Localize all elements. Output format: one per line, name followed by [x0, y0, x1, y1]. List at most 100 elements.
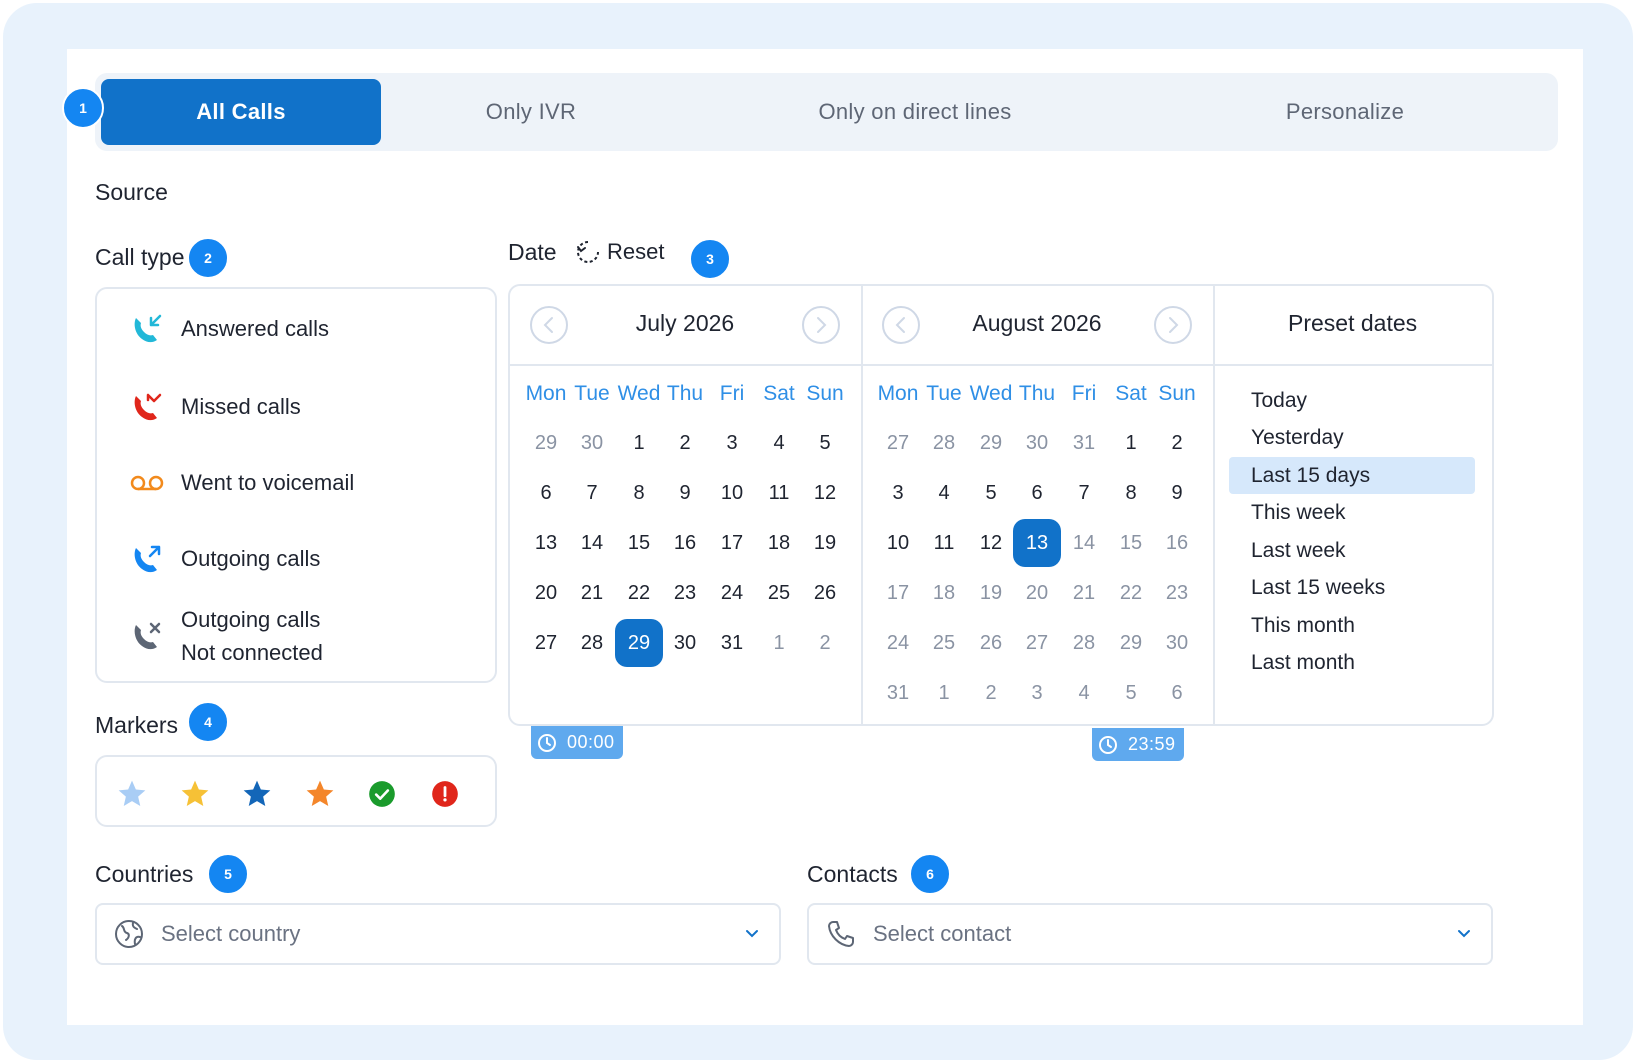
calendar-day[interactable]: 17 — [874, 569, 922, 617]
calendar-day[interactable]: 30 — [568, 419, 616, 467]
calendar-day[interactable]: 16 — [1153, 519, 1201, 567]
calendar-day[interactable]: 3 — [708, 419, 756, 467]
calendar-day[interactable]: 19 — [801, 519, 849, 567]
calendar-day[interactable]: 10 — [874, 519, 922, 567]
preset-item[interactable]: Last week — [1229, 532, 1475, 569]
calendar-day[interactable]: 9 — [661, 469, 709, 517]
calendar-day[interactable]: 5 — [801, 419, 849, 467]
reset-button[interactable]: Reset — [575, 239, 664, 265]
calendar-day[interactable]: 25 — [755, 569, 803, 617]
call-type-answered[interactable]: Answered calls — [127, 309, 329, 349]
star-orange-icon[interactable] — [303, 777, 337, 811]
calendar-day[interactable]: 6 — [1153, 669, 1201, 717]
calendar-day[interactable]: 18 — [920, 569, 968, 617]
calendar-day[interactable]: 19 — [967, 569, 1015, 617]
calendar-day[interactable]: 24 — [874, 619, 922, 667]
calendar-day[interactable]: 29 — [1107, 619, 1155, 667]
calendar-day[interactable]: 12 — [967, 519, 1015, 567]
tab-personalize[interactable]: Personalize — [1175, 73, 1515, 151]
calendar-day[interactable]: 5 — [967, 469, 1015, 517]
calendar-day[interactable]: 28 — [1060, 619, 1108, 667]
preset-item[interactable]: Yesterday — [1229, 420, 1475, 457]
calendar-day[interactable]: 8 — [615, 469, 663, 517]
calendar-day[interactable]: 22 — [615, 569, 663, 617]
calendar-day[interactable]: 15 — [615, 519, 663, 567]
calendar-day[interactable]: 17 — [708, 519, 756, 567]
calendar-day[interactable]: 20 — [1013, 569, 1061, 617]
calendar-day[interactable]: 28 — [920, 419, 968, 467]
star-dark-blue-icon[interactable] — [240, 777, 274, 811]
calendar-day[interactable]: 27 — [1013, 619, 1061, 667]
calendar-day[interactable]: 8 — [1107, 469, 1155, 517]
calendar-day[interactable]: 31 — [708, 619, 756, 667]
end-time-badge[interactable]: 23:59 — [1092, 728, 1184, 761]
calendar-day[interactable]: 10 — [708, 469, 756, 517]
check-circle-icon[interactable] — [365, 777, 399, 811]
calendar-day[interactable]: 31 — [874, 669, 922, 717]
calendar-day[interactable]: 23 — [1153, 569, 1201, 617]
calendar-day[interactable]: 2 — [661, 419, 709, 467]
calendar-day[interactable]: 6 — [1013, 469, 1061, 517]
calendar-day[interactable]: 21 — [568, 569, 616, 617]
tab-all-calls[interactable]: All Calls — [101, 79, 381, 145]
calendar-day[interactable]: 18 — [755, 519, 803, 567]
contact-select[interactable]: Select contact — [807, 903, 1493, 965]
tab-only-direct-lines[interactable]: Only on direct lines — [735, 73, 1095, 151]
next-month-button[interactable] — [802, 306, 840, 344]
calendar-day[interactable]: 9 — [1153, 469, 1201, 517]
star-yellow-icon[interactable] — [178, 777, 212, 811]
calendar-day[interactable]: 26 — [801, 569, 849, 617]
calendar-day[interactable]: 2 — [801, 619, 849, 667]
calendar-day[interactable]: 28 — [568, 619, 616, 667]
calendar-day[interactable]: 3 — [874, 469, 922, 517]
calendar-day[interactable]: 13 — [522, 519, 570, 567]
star-light-blue-icon[interactable] — [115, 777, 149, 811]
prev-month-button[interactable] — [530, 306, 568, 344]
calendar-day[interactable]: 11 — [755, 469, 803, 517]
preset-item[interactable]: This week — [1229, 495, 1475, 532]
call-type-voicemail[interactable]: Went to voicemail — [127, 463, 354, 503]
preset-item[interactable]: Last month — [1229, 645, 1475, 682]
preset-item[interactable]: Today — [1229, 382, 1475, 419]
call-type-outgoing[interactable]: Outgoing calls — [127, 539, 320, 579]
calendar-day[interactable]: 3 — [1013, 669, 1061, 717]
calendar-day[interactable]: 1 — [615, 419, 663, 467]
calendar-day[interactable]: 22 — [1107, 569, 1155, 617]
calendar-day[interactable]: 23 — [661, 569, 709, 617]
calendar-day[interactable]: 29 — [522, 419, 570, 467]
calendar-day[interactable]: 7 — [1060, 469, 1108, 517]
calendar-day[interactable]: 7 — [568, 469, 616, 517]
calendar-day[interactable]: 4 — [755, 419, 803, 467]
calendar-day-selected[interactable]: 13 — [1013, 519, 1061, 567]
calendar-day[interactable]: 4 — [1060, 669, 1108, 717]
call-type-missed[interactable]: Missed calls — [127, 387, 301, 427]
calendar-day[interactable]: 29 — [967, 419, 1015, 467]
prev-month-button[interactable] — [882, 306, 920, 344]
start-time-badge[interactable]: 00:00 — [531, 726, 623, 759]
calendar-day[interactable]: 1 — [1107, 419, 1155, 467]
calendar-day[interactable]: 1 — [920, 669, 968, 717]
tab-only-ivr[interactable]: Only IVR — [381, 73, 681, 151]
calendar-day[interactable]: 27 — [874, 419, 922, 467]
calendar-day[interactable]: 30 — [1013, 419, 1061, 467]
calendar-day[interactable]: 26 — [967, 619, 1015, 667]
call-type-not-connected[interactable]: Outgoing calls Not connected — [127, 603, 323, 669]
preset-item[interactable]: This month — [1229, 607, 1475, 644]
calendar-day[interactable]: 27 — [522, 619, 570, 667]
calendar-day[interactable]: 31 — [1060, 419, 1108, 467]
calendar-day[interactable]: 30 — [1153, 619, 1201, 667]
calendar-day[interactable]: 20 — [522, 569, 570, 617]
calendar-day[interactable]: 2 — [967, 669, 1015, 717]
calendar-day[interactable]: 25 — [920, 619, 968, 667]
calendar-day[interactable]: 21 — [1060, 569, 1108, 617]
alert-circle-icon[interactable] — [428, 777, 462, 811]
calendar-day[interactable]: 30 — [661, 619, 709, 667]
calendar-day[interactable]: 11 — [920, 519, 968, 567]
calendar-day[interactable]: 1 — [755, 619, 803, 667]
calendar-day[interactable]: 14 — [568, 519, 616, 567]
calendar-day[interactable]: 24 — [708, 569, 756, 617]
calendar-day-selected[interactable]: 29 — [615, 619, 663, 667]
calendar-day[interactable]: 16 — [661, 519, 709, 567]
calendar-day[interactable]: 12 — [801, 469, 849, 517]
calendar-day[interactable]: 2 — [1153, 419, 1201, 467]
